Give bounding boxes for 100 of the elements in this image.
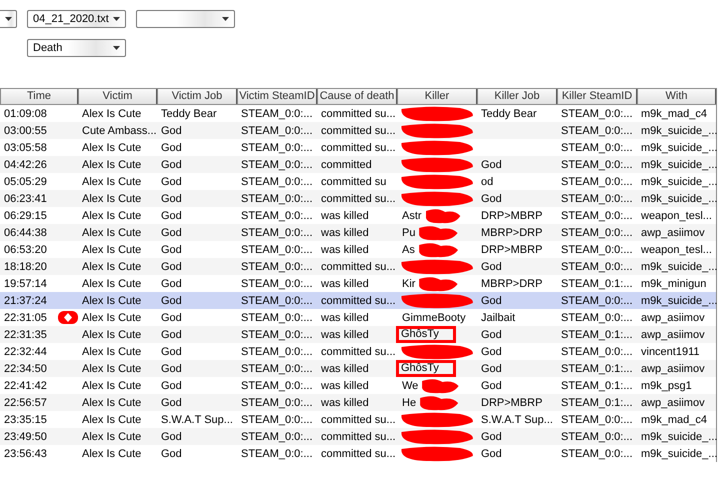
time-cell-text: 03:00:55: [3, 124, 48, 136]
time-cell-text: 22:32:44: [3, 346, 48, 358]
job-cell-text: God: [160, 226, 183, 238]
job-cell-text: MBRP>DRP: [480, 278, 544, 290]
time-cell-text: 22:41:42: [3, 380, 48, 392]
caret-icon: [5, 17, 12, 21]
column-header[interactable]: Killer Job: [477, 89, 557, 104]
steamid-cell-text: STEAM_0:0:...: [240, 244, 314, 256]
weapon-cell-text: awp_asiimov: [640, 312, 706, 324]
victim-cell-text: Alex Is Cute: [81, 192, 142, 204]
table-row[interactable]: 22:56:57 Alex Is Cute God STEAM_0:0:... was killed He DRP>MBRP STEAM_0:1:... awp_asiimov: [0, 394, 716, 411]
weapon-cell-text: m9k_suicide_...: [640, 448, 716, 460]
cause-cell-text: committed su...: [320, 142, 397, 154]
steamid-cell-text: STEAM_0:1:...: [560, 396, 634, 408]
job-cell-text: God: [160, 294, 183, 306]
victim-cell-text: Alex Is Cute: [81, 294, 142, 306]
table-row[interactable]: 04:42:26 Alex Is Cute God STEAM_0:0:... committed God STEAM_0:0:... m9k_suicide_...: [0, 156, 716, 173]
victim-cell-text: Alex Is Cute: [81, 328, 142, 340]
victim-cell-text: Alex Is Cute: [81, 380, 142, 392]
table-row[interactable]: 03:00:55 Cute Ambass... God STEAM_0:0:... committed su... STEAM_0:0:... m9k_suicide_...: [0, 122, 716, 139]
job-cell-text: God: [160, 210, 183, 222]
job-cell-text: God: [160, 396, 183, 408]
weapon-cell-text: awp_asiimov: [640, 226, 706, 238]
weapon-cell-text: awp_asiimov: [640, 362, 706, 374]
table-row[interactable]: 06:23:41 Alex Is Cute God STEAM_0:0:... committed su... God STEAM_0:0:... m9k_suicide_...: [0, 190, 716, 207]
job-cell-text: God: [160, 430, 183, 442]
weapon-cell-text: m9k_minigun: [640, 278, 708, 290]
steamid-cell-text: STEAM_0:0:...: [240, 430, 314, 442]
job-cell-text: God: [160, 362, 183, 374]
table-row[interactable]: 23:49:50 Alex Is Cute God STEAM_0:0:... committed su... God STEAM_0:0:... m9k_suicide_...: [0, 428, 716, 445]
cause-cell-text: committed su...: [320, 192, 397, 204]
column-header[interactable]: Victim SteamID: [237, 89, 317, 104]
dropdown[interactable]: 04_21_2020.txt: [27, 10, 126, 28]
victim-cell-text: Alex Is Cute: [81, 260, 142, 272]
cause-cell-text: committed su: [320, 176, 388, 188]
time-cell-text: 23:49:50: [3, 430, 48, 442]
column-header[interactable]: Killer SteamID: [557, 89, 637, 104]
steamid-cell-text: STEAM_0:1:...: [560, 380, 634, 392]
table-row[interactable]: 06:44:38 Alex Is Cute God STEAM_0:0:... was killed Pu MBRP>DRP STEAM_0:0:... awp_asiimov: [0, 224, 716, 241]
job-cell-text: Teddy Bear: [480, 108, 538, 120]
cause-cell-text: committed su...: [320, 430, 397, 442]
column-header[interactable]: Victim: [78, 89, 157, 104]
dropdown[interactable]: Death: [27, 39, 126, 57]
weapon-cell-text: weapon_tesl...: [640, 244, 713, 256]
weapon-cell-text: m9k_mad_c4: [640, 108, 708, 120]
victim-cell-text: Alex Is Cute: [81, 158, 142, 170]
job-cell-text: S.W.A.T Sup...: [480, 414, 554, 426]
killer-name: As: [401, 244, 416, 256]
time-cell-text: 06:53:20: [3, 244, 48, 256]
weapon-cell-text: m9k_suicide_...: [640, 124, 716, 136]
dropdown[interactable]: [0, 10, 17, 28]
job-cell-text: God: [160, 142, 183, 154]
column-header[interactable]: With: [637, 89, 716, 104]
steamid-cell-text: STEAM_0:0:...: [240, 226, 314, 238]
cause-cell-text: was killed: [320, 244, 370, 256]
job-cell-text: DRP>MBRP: [480, 244, 544, 256]
victim-cell-text: Alex Is Cute: [81, 176, 142, 188]
killer-name: He: [401, 396, 418, 408]
job-cell-text: God: [160, 192, 183, 204]
victim-cell-text: Alex Is Cute: [81, 244, 142, 256]
highlight-frame: GhôsTy: [396, 360, 456, 377]
time-cell-text: 06:29:15: [3, 210, 48, 222]
time-cell-text: 22:31:05: [3, 312, 48, 324]
table-row[interactable]: 22:31:35 Alex Is Cute God STEAM_0:0:... was killed GhôsTy God STEAM_0:1:... awp_asiimov: [0, 326, 716, 343]
victim-cell-text: Alex Is Cute: [81, 108, 142, 120]
job-cell-text: God: [480, 260, 503, 272]
job-cell-text: God: [480, 328, 503, 340]
table-row[interactable]: 18:18:20 Alex Is Cute God STEAM_0:0:... committed su... God STEAM_0:0:... m9k_suicide_...: [0, 258, 716, 275]
table-row[interactable]: 22:34:50 Alex Is Cute God STEAM_0:0:... was killed GhôsTy God STEAM_0:1:... awp_asiimov: [0, 360, 716, 377]
job-cell-text: S.W.A.T Sup...: [160, 414, 234, 426]
caret-icon: [113, 17, 120, 21]
table-row[interactable]: 21:37:24 Alex Is Cute God STEAM_0:0:... committed su... God STEAM_0:0:... m9k_suicide_...: [0, 292, 716, 309]
weapon-cell-text: m9k_suicide_...: [640, 176, 716, 188]
victim-cell-text: Alex Is Cute: [81, 226, 142, 238]
steamid-cell-text: STEAM_0:0:...: [240, 380, 314, 392]
caret-icon: [113, 46, 120, 50]
cause-cell-text: was killed: [320, 396, 370, 408]
victim-cell-text: Alex Is Cute: [81, 430, 142, 442]
time-cell-text: 03:05:58: [3, 142, 48, 154]
time-cell-text: 22:34:50: [3, 362, 48, 374]
cause-cell-text: committed su...: [320, 294, 397, 306]
job-cell-text: God: [160, 448, 183, 460]
job-cell-text: MBRP>DRP: [480, 226, 544, 238]
column-header[interactable]: Killer: [397, 89, 477, 104]
weapon-cell-text: m9k_suicide_...: [640, 192, 716, 204]
weapon-cell-text: m9k_suicide_...: [640, 260, 716, 272]
steamid-cell-text: STEAM_0:1:...: [560, 278, 634, 290]
cause-cell-text: committed su...: [320, 124, 397, 136]
killer-name: GimmeBooty: [401, 312, 467, 324]
steamid-cell-text: STEAM_0:0:...: [560, 176, 634, 188]
time-cell-text: 19:57:14: [3, 278, 48, 290]
cause-cell-text: was killed: [320, 210, 370, 222]
column-header[interactable]: Time: [0, 89, 78, 104]
cause-cell-text: was killed: [320, 278, 370, 290]
steamid-cell-text: STEAM_0:0:...: [560, 108, 634, 120]
cause-cell-text: was killed: [320, 226, 370, 238]
steamid-cell-text: STEAM_0:0:...: [240, 108, 314, 120]
column-header[interactable]: Victim Job: [157, 89, 237, 104]
column-header[interactable]: Cause of death: [317, 89, 397, 104]
steamid-cell-text: STEAM_0:0:...: [560, 294, 634, 306]
